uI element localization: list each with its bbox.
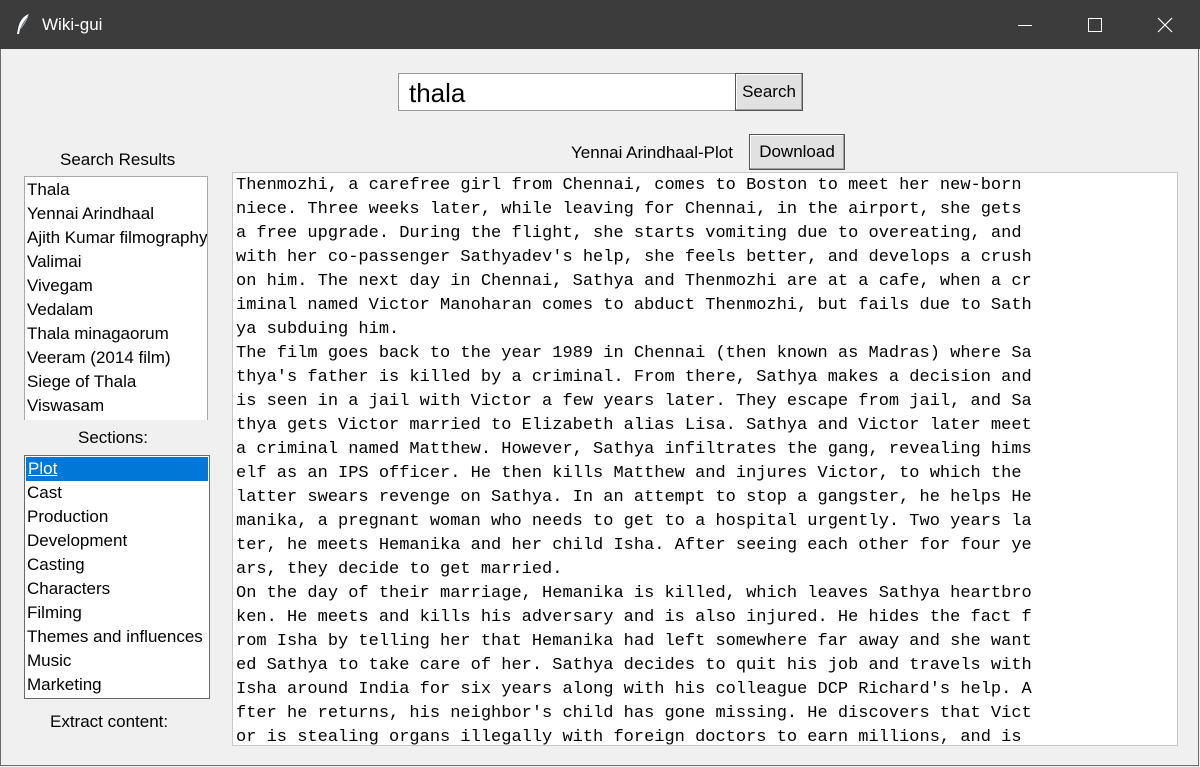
minimize-icon xyxy=(1018,25,1032,26)
article-content-area[interactable]: Thenmozhi, a carefree girl from Chennai,… xyxy=(232,172,1178,746)
section-item[interactable]: Development xyxy=(25,529,209,553)
section-item[interactable]: Characters xyxy=(25,577,209,601)
search-results-list[interactable]: Thala Yennai Arindhaal Ajith Kumar filmogr… xyxy=(24,176,208,420)
search-result-item[interactable]: Viswasam xyxy=(25,394,207,418)
window-title: Wiki-gui xyxy=(42,15,103,34)
extract-content-label: Extract content: xyxy=(50,712,169,731)
close-icon xyxy=(1157,17,1173,33)
section-item[interactable]: Cast xyxy=(25,481,209,505)
title-bar: Wiki-gui xyxy=(0,0,1200,49)
feather-icon xyxy=(14,13,32,35)
search-result-item[interactable]: Valimai xyxy=(25,250,207,274)
search-result-item[interactable]: Veeram (2014 film) xyxy=(25,346,207,370)
section-item[interactable]: Plot xyxy=(26,457,208,481)
search-result-item[interactable]: Ajith Kumar filmography xyxy=(25,226,207,250)
download-button[interactable]: Download xyxy=(749,134,845,170)
close-button[interactable] xyxy=(1130,0,1200,49)
article-content-text[interactable]: Thenmozhi, a carefree girl from Chennai,… xyxy=(233,173,1176,745)
search-result-item[interactable]: Thala xyxy=(25,178,207,202)
search-result-item[interactable]: Yennai Arindhaal xyxy=(25,202,207,226)
search-input[interactable] xyxy=(398,73,736,111)
search-result-item[interactable]: Vivegam xyxy=(25,274,207,298)
section-item[interactable]: Music xyxy=(25,649,209,673)
search-result-item[interactable]: Vedalam xyxy=(25,298,207,322)
sections-list[interactable]: Plot Cast Production Development Casting Char… xyxy=(24,455,210,699)
maximize-button[interactable] xyxy=(1060,0,1130,49)
search-result-item[interactable]: Siege of Thala xyxy=(25,370,207,394)
maximize-icon xyxy=(1088,18,1102,32)
section-item[interactable]: Themes and influences xyxy=(25,625,209,649)
search-results-label: Search Results xyxy=(60,150,176,169)
section-item[interactable]: Marketing xyxy=(25,673,209,697)
minimize-button[interactable] xyxy=(990,0,1060,49)
section-item[interactable]: Production xyxy=(25,505,209,529)
search-result-item[interactable]: Thala minagaorum xyxy=(25,322,207,346)
search-button[interactable]: Search xyxy=(735,73,803,111)
section-item[interactable]: Casting xyxy=(25,553,209,577)
article-heading: Yennai Arindhaal-Plot xyxy=(571,143,733,162)
sections-label: Sections: xyxy=(78,428,148,447)
section-item[interactable]: Filming xyxy=(25,601,209,625)
